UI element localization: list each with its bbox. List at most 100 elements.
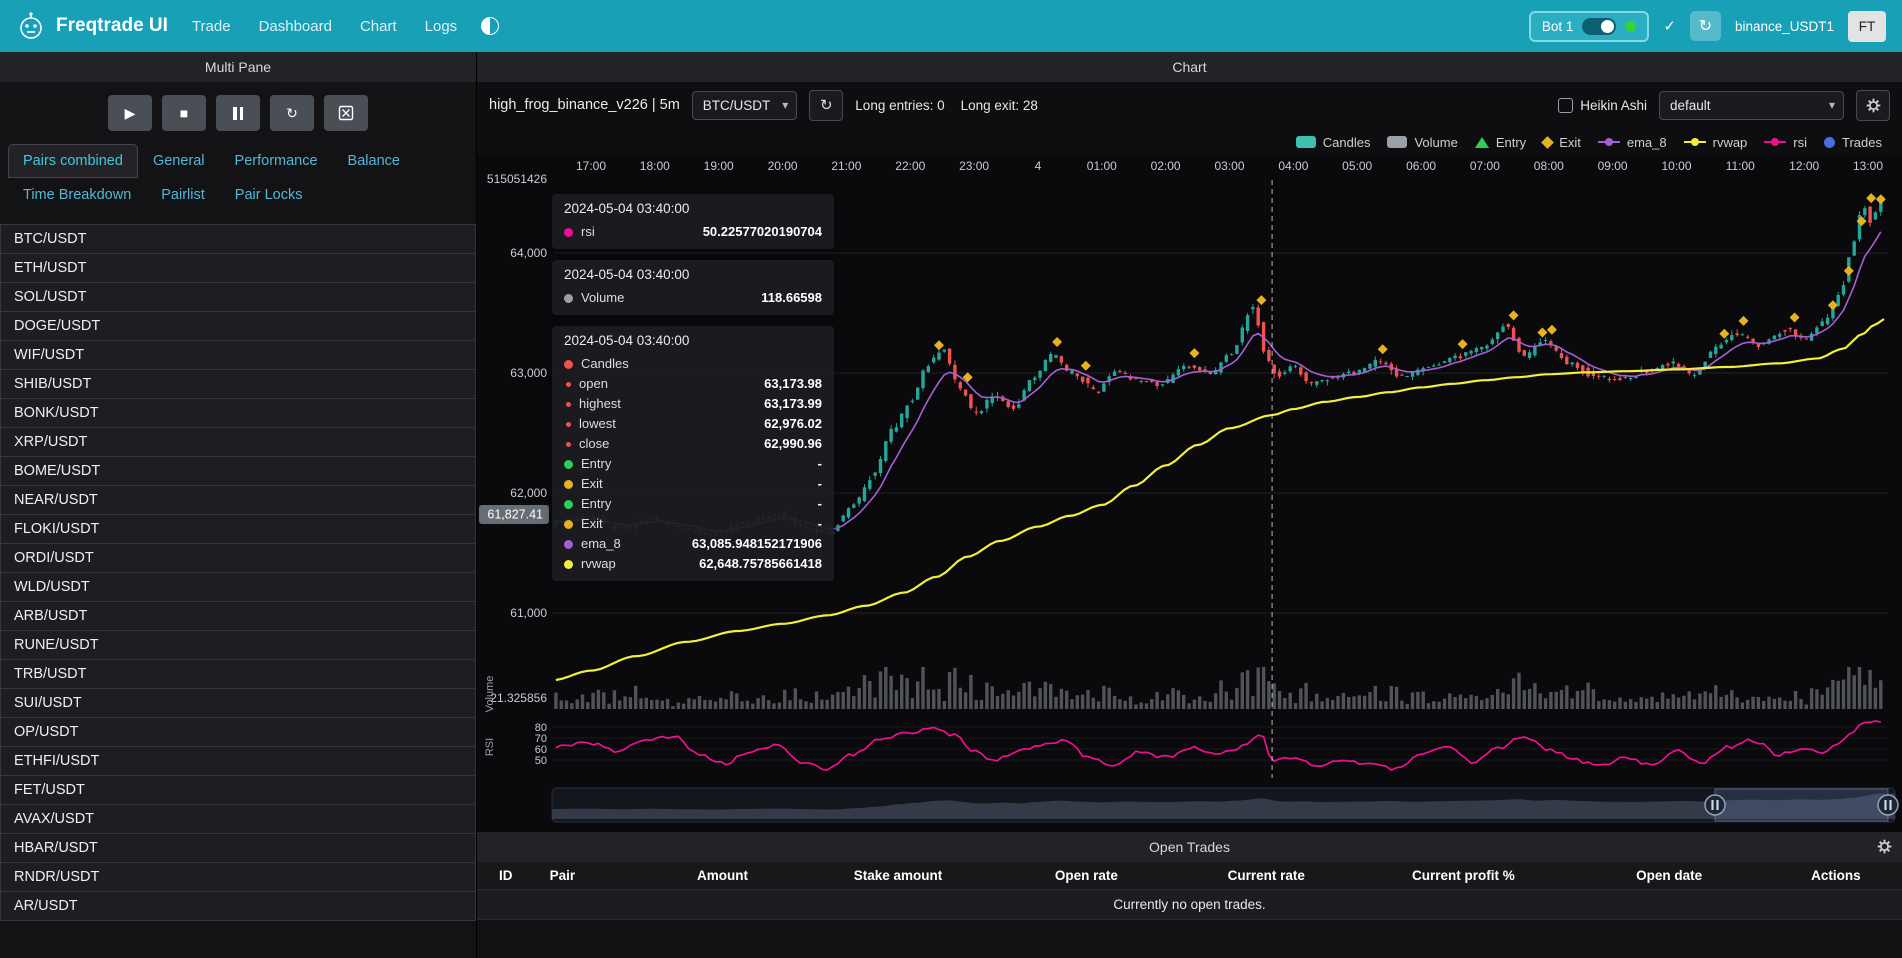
tab-pairlist[interactable]: Pairlist (146, 178, 220, 212)
tooltip-candles: 2024-05-04 03:40:00Candlesopen63,173.98h… (552, 326, 834, 581)
strategy-label: high_frog_binance_v226 | 5m (489, 97, 680, 113)
pair-item[interactable]: FET/USDT (0, 775, 476, 805)
tab-time-breakdown[interactable]: Time Breakdown (8, 178, 146, 212)
pair-item[interactable]: ORDI/USDT (0, 543, 476, 573)
nav-link-logs[interactable]: Logs (425, 18, 458, 35)
legend-item-ema-8[interactable]: ema_8 (1598, 135, 1667, 150)
tab-pairs-combined[interactable]: Pairs combined (8, 144, 138, 178)
legend-item-entry[interactable]: Entry (1475, 135, 1526, 150)
time-label: 19:00 (704, 159, 734, 173)
pause-icon (233, 107, 237, 120)
plot-config-value: default (1670, 98, 1711, 113)
heikin-ashi-checkbox[interactable]: Heikin Ashi (1558, 98, 1647, 113)
chart-settings-button[interactable] (1856, 90, 1890, 121)
tab-pair-locks[interactable]: Pair Locks (220, 178, 318, 212)
pair-item[interactable]: SUI/USDT (0, 688, 476, 718)
entry-dot-icon (564, 500, 573, 509)
datazoom-left-handle[interactable] (1705, 795, 1725, 815)
pair-item[interactable]: BTC/USDT (0, 224, 476, 254)
exit-dot-icon (564, 520, 573, 529)
open-trades-title: Open Trades (1149, 839, 1230, 855)
ohlc-dot-icon (566, 442, 571, 447)
legend-label: Candles (1323, 135, 1371, 150)
time-label: 04:00 (1278, 159, 1308, 173)
pair-item[interactable]: ETHFI/USDT (0, 746, 476, 776)
pair-select[interactable]: BTC/USDT ▾ (692, 91, 798, 120)
legend-label: Exit (1559, 135, 1581, 150)
pair-item[interactable]: FLOKI/USDT (0, 514, 476, 544)
col-open-rate: Open rate (999, 868, 1174, 883)
pair-list: BTC/USDTETH/USDTSOL/USDTDOGE/USDTWIF/USD… (0, 224, 476, 958)
pair-item[interactable]: HBAR/USDT (0, 833, 476, 863)
bot-toggle[interactable] (1582, 18, 1616, 35)
datazoom[interactable] (552, 788, 1898, 822)
pair-item[interactable]: BONK/USDT (0, 398, 476, 428)
reload-bot-button[interactable]: ↻ (1690, 11, 1721, 41)
tooltip-date: 2024-05-04 03:40:00 (564, 201, 822, 216)
play-button[interactable]: ▶ (108, 95, 152, 131)
datazoom-right-handle[interactable] (1878, 795, 1898, 815)
pair-item[interactable]: DOGE/USDT (0, 311, 476, 341)
legend-item-rsi[interactable]: rsi (1764, 135, 1807, 150)
col-pair: Pair (542, 868, 648, 883)
datazoom-window[interactable] (1715, 789, 1888, 821)
user-avatar[interactable]: FT (1848, 11, 1886, 42)
pair-item[interactable]: SOL/USDT (0, 282, 476, 312)
pair-item[interactable]: RUNE/USDT (0, 630, 476, 660)
pair-item[interactable]: ETH/USDT (0, 253, 476, 283)
time-label: 09:00 (1598, 159, 1628, 173)
bot-selector[interactable]: Bot 1 (1529, 11, 1650, 42)
legend-item-volume[interactable]: Volume (1387, 135, 1457, 150)
col-stake-amount: Stake amount (797, 868, 998, 883)
pair-item[interactable]: BOME/USDT (0, 456, 476, 486)
pause-button[interactable] (216, 95, 260, 131)
legend-item-rvwap[interactable]: rvwap (1684, 135, 1748, 150)
ema-dot-icon (564, 540, 573, 549)
pair-item[interactable]: TRB/USDT (0, 659, 476, 689)
time-label: 07:00 (1470, 159, 1500, 173)
time-label: 13:00 (1853, 159, 1883, 173)
pair-item[interactable]: WLD/USDT (0, 572, 476, 602)
pair-item[interactable]: SHIB/USDT (0, 369, 476, 399)
time-label: 06:00 (1406, 159, 1436, 173)
col-current-rate: Current rate (1174, 868, 1358, 883)
legend-item-exit[interactable]: Exit (1543, 135, 1581, 150)
legend-label: Volume (1414, 135, 1457, 150)
clear-chart-button[interactable] (324, 95, 368, 131)
tooltip-row: Entry- (564, 454, 822, 474)
tab-performance[interactable]: Performance (220, 144, 333, 178)
open-trades-settings-icon[interactable] (1877, 839, 1892, 854)
tooltip-rsi: 2024-05-04 03:40:00rsi50.22577020190704 (552, 194, 834, 249)
tab-general[interactable]: General (138, 144, 220, 178)
bot-online-dot (1625, 21, 1636, 32)
time-label: 05:00 (1342, 159, 1372, 173)
plot-config-select[interactable]: default ▾ (1659, 91, 1844, 120)
tooltip-row: ema_863,085.948152171906 (564, 534, 822, 554)
pair-item[interactable]: RNDR/USDT (0, 862, 476, 892)
pair-item[interactable]: XRP/USDT (0, 427, 476, 457)
price-label: 515051426 (487, 172, 547, 186)
checkbox-icon (1558, 98, 1573, 113)
candles-dot-icon (564, 360, 573, 369)
stop-button[interactable]: ■ (162, 95, 206, 131)
chart-area[interactable]: 17:0018:0019:0020:0021:0022:0023:00401:0… (477, 156, 1902, 832)
reload-config-button[interactable]: ↻ (270, 95, 314, 131)
refresh-chart-button[interactable]: ↻ (809, 90, 843, 121)
tab-balance[interactable]: Balance (333, 144, 415, 178)
volume-marker-icon (1387, 136, 1407, 148)
long-exits-label: Long exit: 28 (961, 98, 1038, 113)
pair-item[interactable]: AVAX/USDT (0, 804, 476, 834)
price-label: 64,000 (510, 246, 547, 260)
pair-item[interactable]: OP/USDT (0, 717, 476, 747)
nav-link-trade[interactable]: Trade (192, 18, 231, 35)
nav-link-chart[interactable]: Chart (360, 18, 397, 35)
legend-item-candles[interactable]: Candles (1296, 135, 1371, 150)
pair-item[interactable]: WIF/USDT (0, 340, 476, 370)
pair-item[interactable]: AR/USDT (0, 891, 476, 921)
pair-item[interactable]: NEAR/USDT (0, 485, 476, 515)
legend-item-trades[interactable]: Trades (1824, 135, 1882, 150)
nav-links: Trade Dashboard Chart Logs (192, 18, 457, 35)
pair-item[interactable]: ARB/USDT (0, 601, 476, 631)
theme-toggle-icon[interactable] (481, 17, 499, 35)
nav-link-dashboard[interactable]: Dashboard (259, 18, 332, 35)
